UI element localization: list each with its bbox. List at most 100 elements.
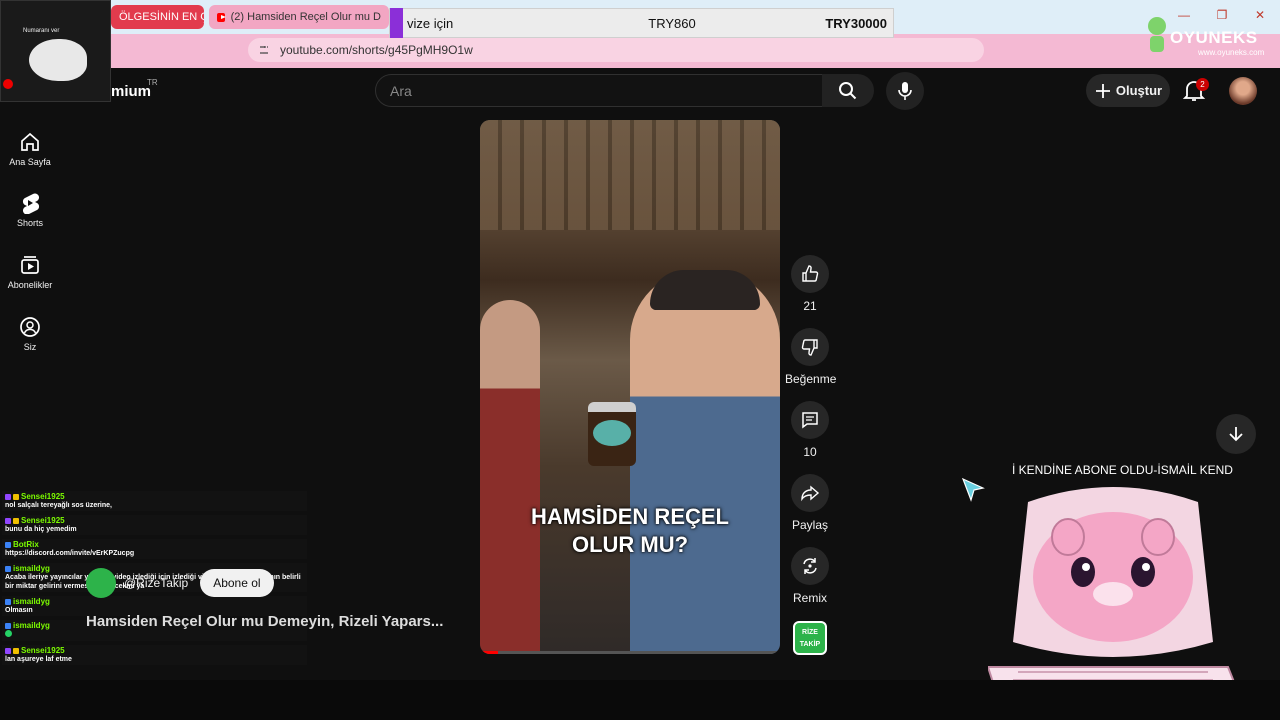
search-placeholder: Ara [390,82,412,99]
account-avatar[interactable] [1229,77,1257,105]
search-icon [839,81,857,99]
browser-tab-2[interactable]: (2) Hamsiden Reçel Olur mu D [209,5,389,29]
emote-icon [5,630,12,637]
plus-icon [1095,83,1110,98]
live-dot [3,79,13,89]
remix-button[interactable]: Remix [785,547,835,605]
sidebar-item-shorts[interactable]: Shorts [0,192,60,228]
verified-badge-icon [5,565,11,572]
webcam-overlay: Numaranı ver [0,0,111,102]
vtuber-mascot-image [988,487,1238,698]
search-input[interactable]: Ara [375,74,823,107]
comment-count: 10 [803,445,817,459]
brand-name: OYUNEKS [1170,28,1258,47]
bottom-strip [0,680,1280,720]
tab-label: (2) Hamsiden Reçel Olur mu D [230,11,381,23]
like-count: 21 [803,299,817,313]
video-person-left [480,300,540,654]
chat-text: lan aşureye laf etme [5,656,72,663]
sidebar-item-label: Siz [23,342,37,352]
browser-tab-1[interactable]: ÖLGESİNİN EN ÇOK [111,5,204,29]
youtube-favicon-icon [217,12,226,22]
bits-badge-icon [13,517,19,524]
subscriptions-icon [21,256,39,274]
cursor-arrow-icon [961,477,985,502]
sidebar-item-label: Ana Sayfa [9,157,51,167]
address-bar[interactable]: youtube.com/shorts/g45PgMH9O1w [248,38,984,62]
mascot-logo-icon [1148,17,1166,52]
dislike-label: Beğenme [785,372,837,386]
create-button[interactable]: Oluştur [1086,74,1170,107]
dislike-button[interactable]: Beğenme [785,328,837,386]
tab-label: ÖLGESİNİN EN ÇOK [119,11,204,23]
channel-row: @RizeTakip Abone ol [86,568,274,598]
overlay-accent-bar [390,8,403,38]
price-overlay: vize için TRY860 TRY30000 [389,8,894,38]
video-progress-fill [480,651,498,654]
video-person-hair [650,270,760,310]
subscribe-button[interactable]: Abone ol [200,569,274,597]
chat-text: https://discord.com/invite/vErKPZucpg [5,550,135,557]
channel-thumbnail[interactable]: RİZE TAKİP [793,621,827,655]
next-video-button[interactable] [1216,414,1256,454]
video-caption: HAMSİDEN REÇEL OLUR MU? [480,503,780,559]
chat-user: Sensei1925 [21,492,65,501]
thumbs-up-icon [802,265,819,282]
chat-user: BotRix [13,540,39,549]
chat-text: nol salçalı tereyağlı sos üzerine, [5,502,112,509]
chat-text: bunu da hiç yemedim [5,526,77,533]
site-settings-icon[interactable] [258,44,270,56]
youtube-logo[interactable]: mium [111,83,151,100]
shorts-video-player[interactable]: HAMSİDEN REÇEL OLUR MU? [480,120,780,654]
video-progress-bar[interactable] [480,651,780,654]
shorts-icon [22,193,40,214]
region-code: TR [147,78,158,87]
arrow-down-icon [1229,427,1243,442]
thumbs-down-icon [801,339,818,356]
bits-badge-icon [13,493,19,500]
channel-name[interactable]: @RizeTakip [124,576,188,590]
verified-badge-icon [5,622,11,629]
caption-line-1: HAMSİDEN REÇEL [530,504,729,529]
chat-user: Sensei1925 [21,516,65,525]
sub-badge-icon [5,517,11,524]
sidebar-item-label: Shorts [16,218,43,228]
sidebar-item-subscriptions[interactable]: Abonelikler [0,254,60,290]
video-title: Hamsiden Reçel Olur mu Demeyin, Rizeli Y… [86,613,444,630]
share-icon [801,485,820,502]
overlay-price-2: TRY30000 [825,15,887,31]
home-icon [21,132,39,151]
verified-badge-icon [5,598,11,605]
share-button[interactable]: Paylaş [785,474,835,532]
chat-message: Sensei1925 bunu da hiç yemedim [2,515,307,535]
overlay-label: vize için [407,15,454,31]
sidebar-item-label: Abonelikler [7,280,53,290]
oyuneks-logo: OYUNEKS www.oyuneks.com [1142,14,1267,62]
chat-user: ismaildyg [13,564,50,573]
channel-avatar[interactable] [86,568,116,598]
chat-user: Sensei1925 [21,646,65,655]
like-button[interactable]: 21 [785,255,835,313]
sidebar-item-home[interactable]: Ana Sayfa [0,131,60,167]
sub-badge-icon [5,647,11,654]
dog-image [29,39,87,81]
video-ceiling [480,120,780,230]
stream-ticker: İ KENDİNE ABONE OLDU-İSMAİL KEND [1012,463,1233,477]
chat-user: ismaildyg [13,597,50,606]
url-text: youtube.com/shorts/g45PgMH9O1w [280,43,473,57]
search-button[interactable] [822,74,874,107]
chat-message: Sensei1925 nol salçalı tereyağlı sos üze… [2,491,307,511]
bot-badge-icon [5,541,11,548]
sidebar-item-you[interactable]: Siz [0,316,60,352]
chat-user: ismaildyg [13,621,50,630]
overlay-price-1: TRY860 [648,15,696,31]
comments-button[interactable]: 10 [785,401,835,459]
share-label: Paylaş [791,518,829,532]
user-icon [20,317,40,337]
voice-search-button[interactable] [886,72,924,110]
comment-icon [802,412,818,429]
video-person-right [630,270,780,654]
video-jar-label [593,420,631,446]
create-label: Oluştur [1115,83,1163,98]
notification-badge: 2 [1196,78,1209,91]
